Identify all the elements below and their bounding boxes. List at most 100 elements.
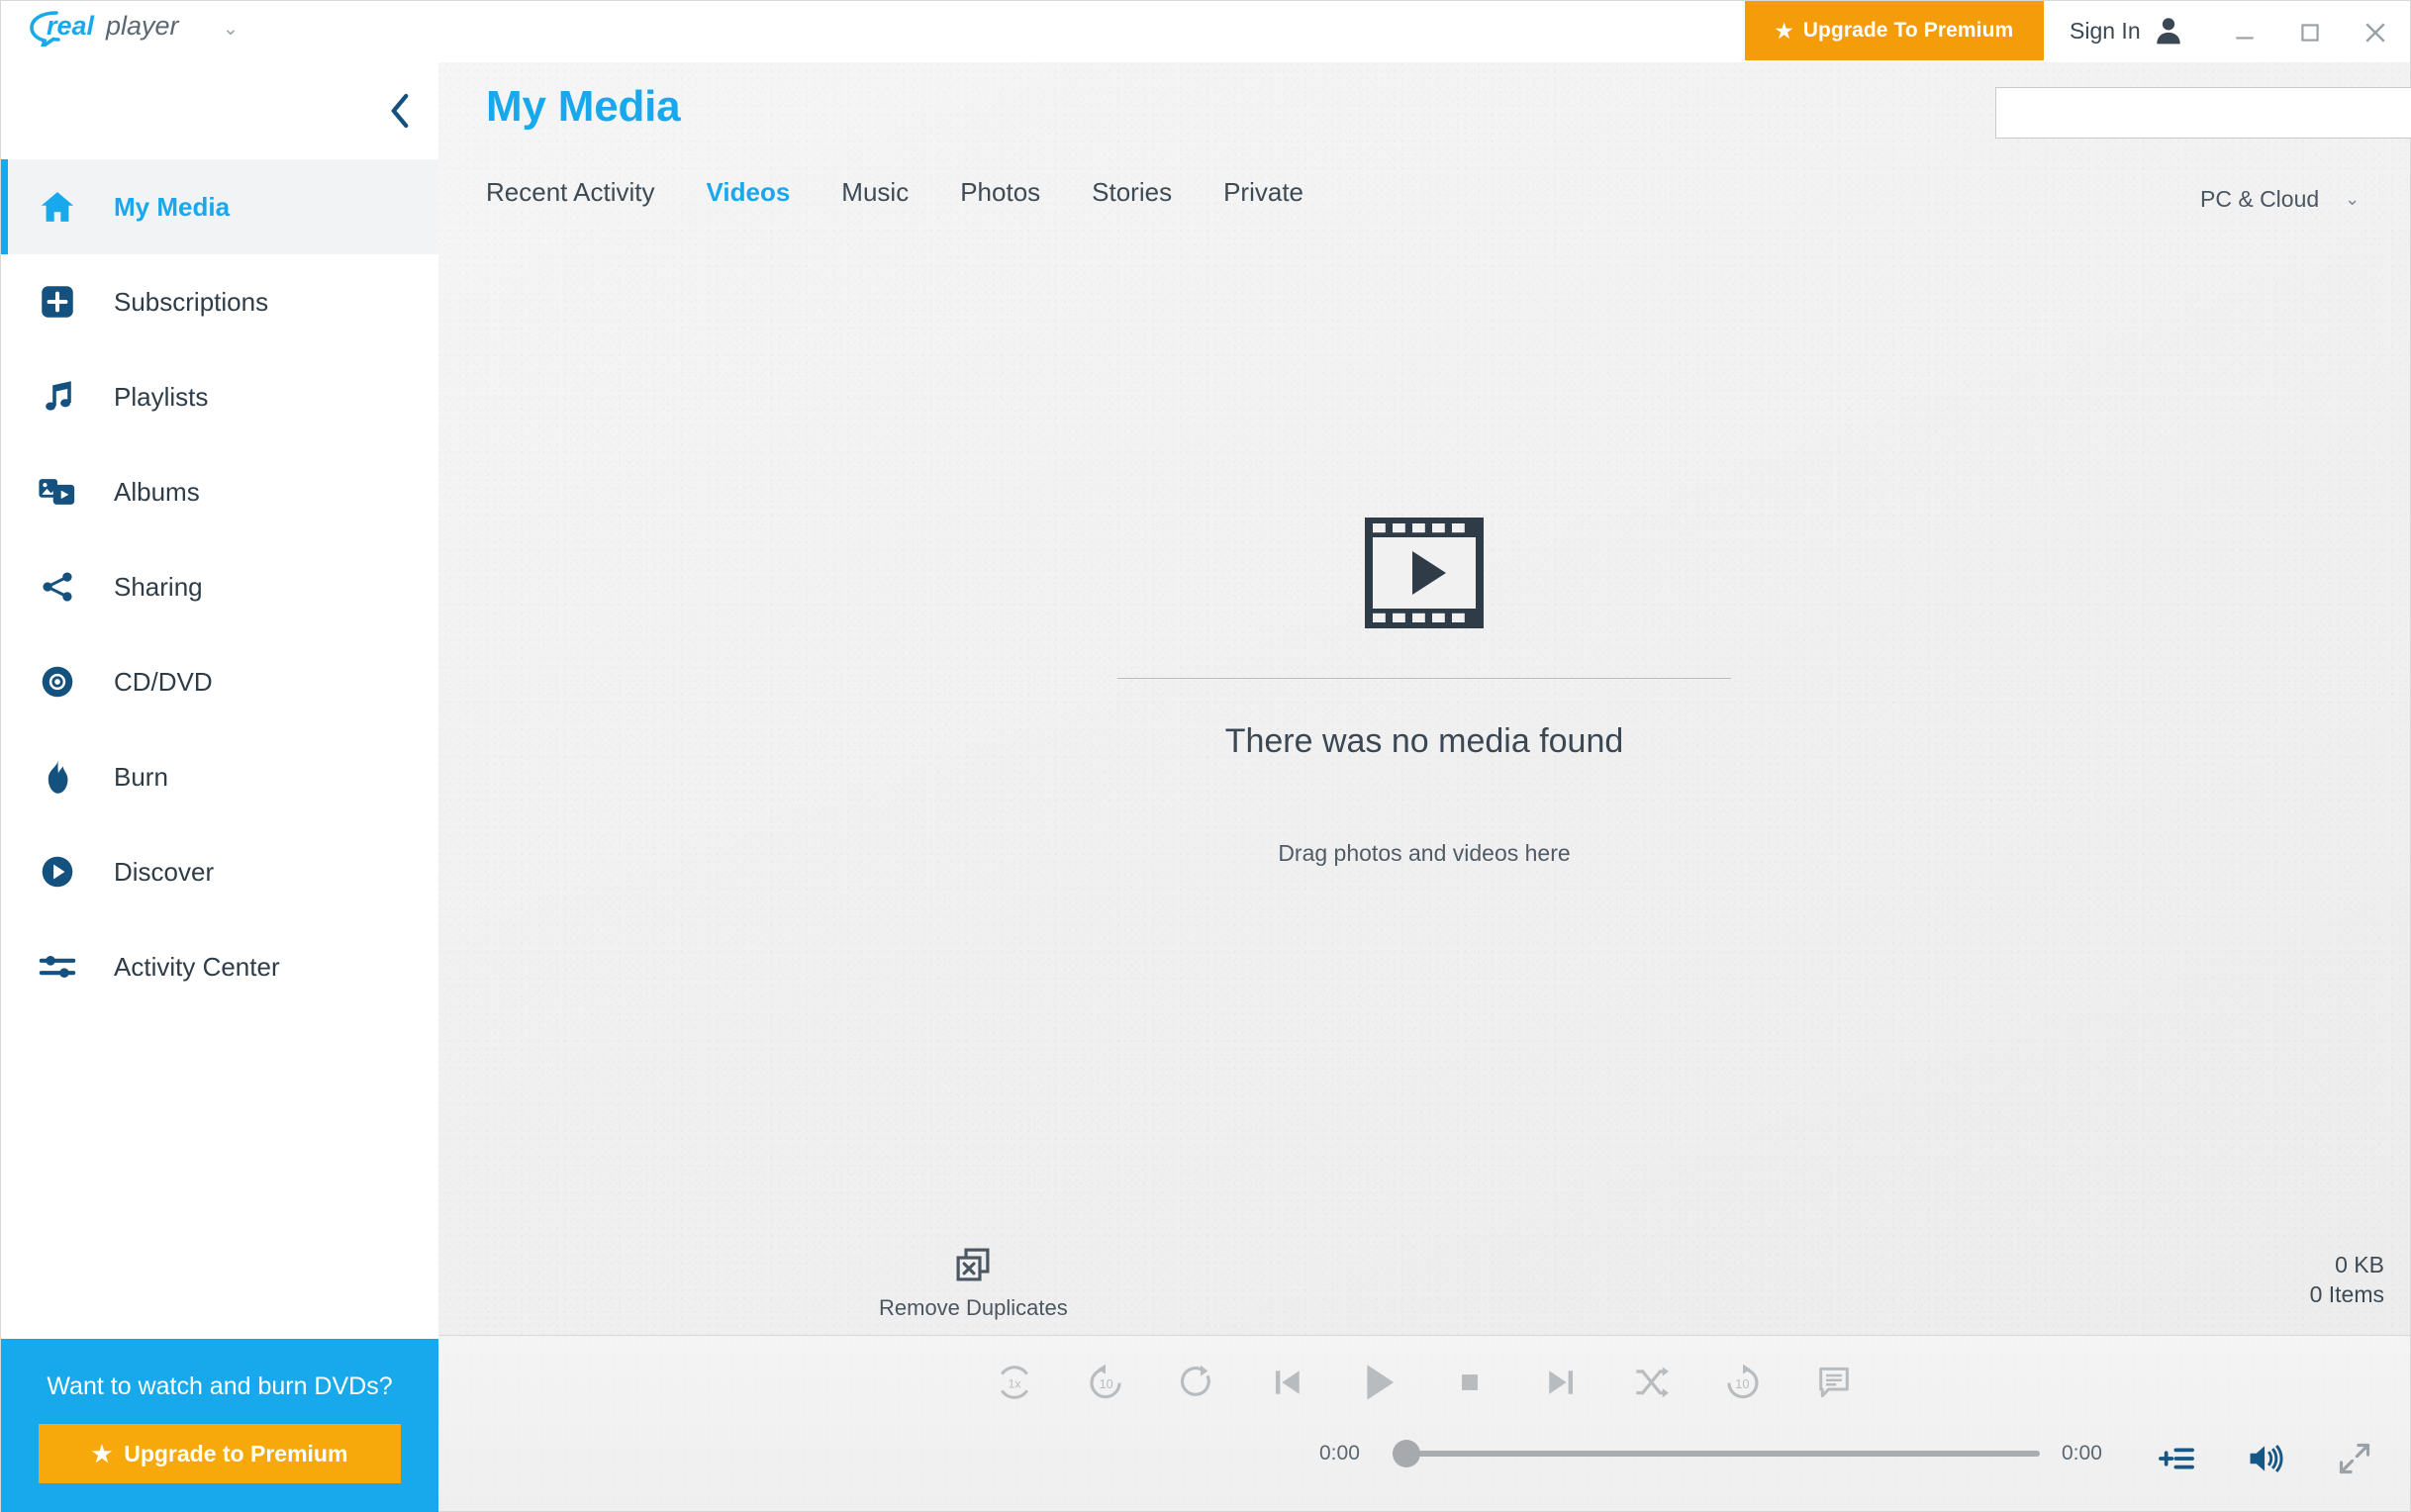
fullscreen-button[interactable] (2327, 1431, 2382, 1486)
empty-state: There was no media found Drag photos and… (438, 516, 2410, 867)
dvd-promo-banner: Want to watch and burn DVDs? ★ Upgrade t… (1, 1339, 438, 1512)
minimize-button[interactable] (2222, 13, 2267, 52)
plus-square-icon (29, 284, 86, 320)
tab-private[interactable]: Private (1223, 177, 1303, 208)
svg-text:1x: 1x (1008, 1377, 1021, 1391)
rewind-10-button[interactable]: 10 (1077, 1352, 1134, 1413)
forward-10-button[interactable]: 10 (1714, 1352, 1772, 1413)
play-circle-icon (29, 854, 86, 890)
sidebar-item-burn[interactable]: Burn (1, 729, 438, 824)
maximize-icon (2301, 24, 2319, 42)
sign-in-label: Sign In (2070, 17, 2141, 44)
source-value: PC & Cloud (2200, 185, 2320, 212)
tab-photos[interactable]: Photos (960, 177, 1040, 208)
seek-thumb[interactable] (1393, 1440, 1420, 1467)
previous-button[interactable] (1259, 1352, 1316, 1413)
transport-controls: 1x 10 10 (438, 1352, 2410, 1413)
minimize-icon (2236, 37, 2254, 40)
sidebar-item-label: My Media (114, 191, 231, 222)
forward-10-icon: 10 (1727, 1364, 1759, 1399)
stop-icon (1462, 1374, 1478, 1390)
search-box[interactable] (1995, 87, 2411, 139)
library-status: 0 KB 0 Items (2310, 1250, 2384, 1310)
chevron-left-icon (391, 93, 409, 129)
player-bar: 1x 10 10 0:00 0:00 (438, 1335, 2410, 1511)
sign-in-button[interactable]: Sign In (2070, 15, 2184, 47)
seek-track (1393, 1451, 2040, 1457)
svg-text:player: player (105, 11, 180, 41)
promo-upgrade-button[interactable]: ★ Upgrade to Premium (39, 1424, 401, 1483)
upgrade-to-premium-button[interactable]: ★ Upgrade To Premium (1745, 1, 2044, 60)
page-title: My Media (486, 82, 681, 131)
remove-duplicates-button[interactable]: Remove Duplicates (879, 1246, 1068, 1321)
playback-speed-button[interactable]: 1x (986, 1352, 1043, 1413)
maximize-button[interactable] (2287, 13, 2333, 52)
sidebar-item-albums[interactable]: Albums (1, 444, 438, 539)
svg-text:10: 10 (1735, 1377, 1749, 1391)
svg-text:10: 10 (1100, 1377, 1113, 1391)
time-elapsed: 0:00 (1319, 1442, 1360, 1465)
realplayer-logo-icon: real player (30, 11, 180, 47)
add-to-playlist-button[interactable] (2149, 1431, 2204, 1486)
flame-icon (29, 758, 86, 796)
close-icon (2365, 23, 2385, 43)
sidebar-collapse-button[interactable] (377, 88, 423, 134)
play-icon (1367, 1365, 1395, 1400)
close-button[interactable] (2353, 13, 2398, 52)
app-logo[interactable]: real player ⌄ (27, 7, 239, 47)
sidebar-item-discover[interactable]: Discover (1, 824, 438, 919)
promo-text: Want to watch and burn DVDs? (47, 1372, 393, 1400)
promo-button-label: Upgrade to Premium (124, 1440, 348, 1466)
upgrade-label: Upgrade To Premium (1802, 19, 2014, 42)
sidebar-item-activity-center[interactable]: Activity Center (1, 919, 438, 1014)
home-icon (29, 188, 86, 226)
play-button[interactable] (1350, 1352, 1407, 1413)
replay-10-icon: 10 (1090, 1364, 1121, 1399)
next-button[interactable] (1532, 1352, 1590, 1413)
repeat-icon (1181, 1365, 1210, 1396)
empty-state-divider (1117, 678, 1731, 679)
chevron-down-icon: ⌄ (2345, 188, 2361, 209)
content-tabs: Recent Activity Videos Music Photos Stor… (486, 177, 1303, 208)
sidebar-item-playlists[interactable]: Playlists (1, 349, 438, 444)
sidebar-item-label: Discover (114, 856, 215, 887)
empty-state-subtitle: Drag photos and videos here (1278, 840, 1571, 866)
seek-slider[interactable] (1393, 1440, 2040, 1467)
sidebar-item-my-media[interactable]: My Media (1, 159, 438, 254)
search-input[interactable] (1996, 88, 2411, 138)
share-icon (29, 569, 86, 605)
realplayer-window: real player ⌄ ★ Upgrade To Premium Sign … (0, 0, 2411, 1512)
sidebar-item-cd-dvd[interactable]: CD/DVD (1, 634, 438, 729)
sidebar-item-label: Subscriptions (114, 286, 269, 317)
repeat-button[interactable] (1168, 1352, 1225, 1413)
volume-button[interactable] (2238, 1431, 2293, 1486)
source-dropdown[interactable]: PC & Cloud ⌄ (2200, 186, 2411, 213)
time-total: 0:00 (2062, 1442, 2102, 1465)
sidebar-item-label: CD/DVD (114, 666, 213, 697)
tab-videos[interactable]: Videos (707, 177, 791, 208)
next-track-icon (1549, 1370, 1574, 1394)
filter-bar: PC & Cloud ⌄ Date Added ⌄ (2200, 175, 2411, 223)
previous-track-icon (1275, 1370, 1300, 1394)
star-icon: ★ (91, 1440, 113, 1466)
stop-button[interactable] (1441, 1352, 1498, 1413)
shuffle-icon (1636, 1367, 1669, 1398)
film-strip-play-icon (1365, 518, 1484, 628)
subtitles-icon (1819, 1367, 1849, 1398)
remove-duplicates-icon (956, 1248, 990, 1281)
tab-stories[interactable]: Stories (1092, 177, 1172, 208)
brand-chevron-down-icon: ⌄ (223, 18, 239, 40)
tab-music[interactable]: Music (841, 177, 909, 208)
svg-text:real: real (47, 11, 95, 41)
subtitles-button[interactable] (1805, 1352, 1863, 1413)
tab-recent-activity[interactable]: Recent Activity (486, 177, 655, 208)
sidebar-item-label: Activity Center (114, 951, 280, 982)
sidebar-item-sharing[interactable]: Sharing (1, 539, 438, 634)
remove-duplicates-label: Remove Duplicates (879, 1295, 1068, 1320)
sliders-icon (29, 950, 86, 984)
shuffle-button[interactable] (1623, 1352, 1681, 1413)
sidebar-item-subscriptions[interactable]: Subscriptions (1, 254, 438, 349)
person-icon (2156, 18, 2180, 45)
sidebar-item-label: Sharing (114, 571, 203, 602)
title-bar: real player ⌄ ★ Upgrade To Premium Sign … (1, 1, 2410, 62)
